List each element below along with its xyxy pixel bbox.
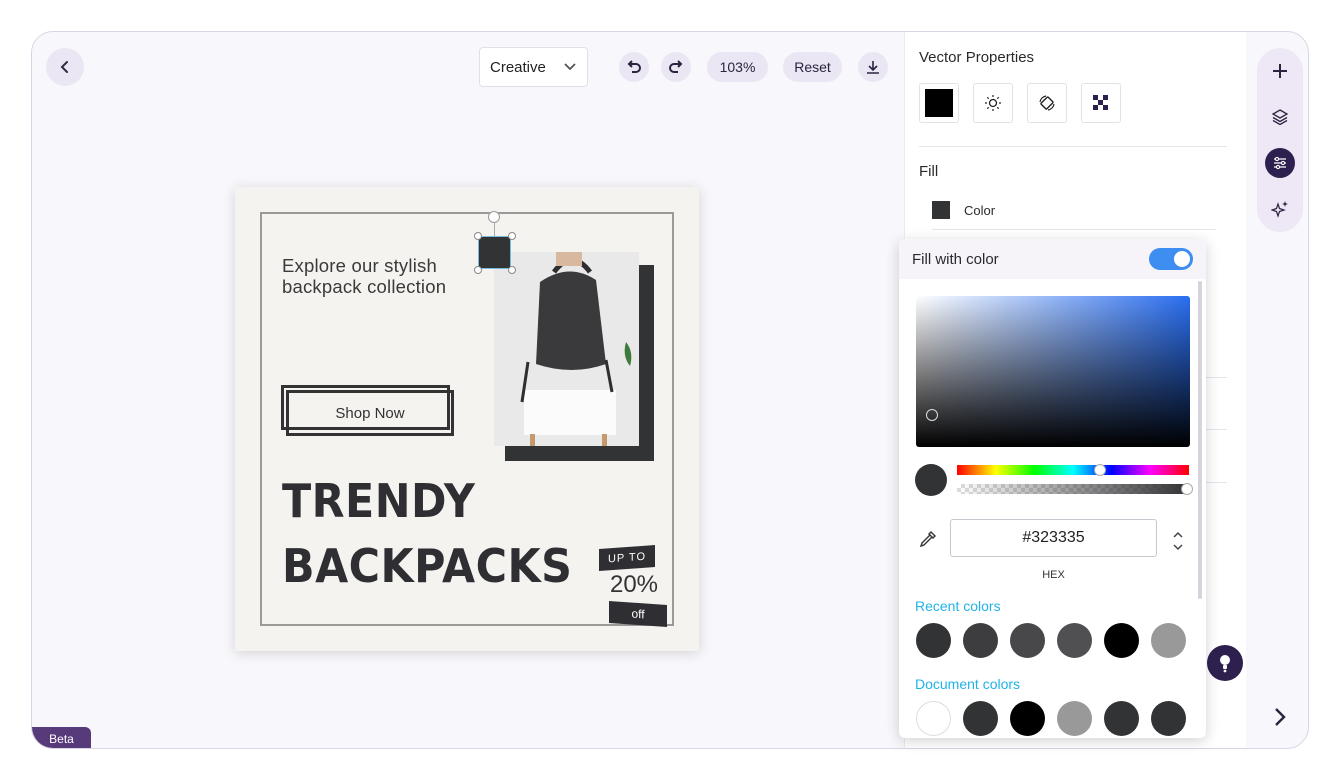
document-color-swatch[interactable]	[1010, 701, 1045, 736]
saturation-knob[interactable]	[926, 409, 938, 421]
resize-handle-tl[interactable]	[474, 232, 482, 240]
resize-handle-br[interactable]	[508, 266, 516, 274]
resize-handle-bl[interactable]	[474, 266, 482, 274]
reset-button[interactable]: Reset	[783, 52, 842, 82]
hex-format-toggle-icon[interactable]	[1171, 529, 1185, 553]
hex-format-label: HEX	[1042, 569, 1065, 581]
fill-divider	[932, 229, 1216, 230]
add-button[interactable]	[1265, 56, 1295, 86]
canvas-area: Creative 103% Reset Explore our stylish …	[32, 32, 904, 748]
badge-percent: 20%	[609, 571, 659, 598]
fill-color-tool[interactable]	[919, 83, 959, 123]
backpack-image	[494, 252, 639, 446]
discount-badge[interactable]: UP TO 20% off	[599, 545, 673, 629]
fill-with-color-label: Fill with color	[912, 250, 999, 268]
fill-color-label: Color	[964, 202, 996, 218]
redo-icon	[669, 60, 683, 73]
recent-colors-label: Recent colors	[915, 598, 1001, 614]
hue-knob[interactable]	[1094, 464, 1106, 476]
document-colors-label: Document colors	[915, 676, 1021, 692]
recent-color-swatch[interactable]	[1151, 623, 1186, 658]
help-button[interactable]	[1207, 645, 1243, 681]
transparency-tool[interactable]	[1081, 83, 1121, 123]
badge-up-to: UP TO	[599, 545, 655, 571]
opacity-slider[interactable]	[957, 484, 1189, 494]
document-color-swatch[interactable]	[916, 701, 951, 736]
zoom-level[interactable]: 103%	[707, 52, 768, 82]
color-preview	[915, 464, 947, 496]
mode-dropdown[interactable]: Creative	[479, 47, 588, 87]
popover-scrollbar[interactable]	[1198, 281, 1202, 599]
opacity-knob[interactable]	[1181, 483, 1193, 495]
color-picker-popover: Fill with color HEX Recent colors Docume…	[899, 239, 1206, 738]
undo-icon	[627, 60, 641, 73]
adjustments-button[interactable]	[1265, 148, 1295, 178]
sparkle-icon	[1271, 201, 1288, 218]
checker-icon	[1093, 95, 1108, 110]
brightness-icon	[985, 95, 1001, 111]
right-toolbar	[1257, 48, 1303, 232]
fill-color-swatch	[925, 89, 953, 117]
saturation-value-area[interactable]	[916, 296, 1190, 447]
document-color-swatch[interactable]	[963, 701, 998, 736]
recent-color-swatch[interactable]	[1104, 623, 1139, 658]
panel-title: Vector Properties	[919, 49, 1035, 66]
backpack-photo[interactable]	[494, 252, 639, 446]
fill-color-row[interactable]: Color	[932, 201, 995, 219]
rotate-tool[interactable]	[1027, 83, 1067, 123]
rotation-line	[494, 223, 495, 236]
document-color-swatch[interactable]	[1057, 701, 1092, 736]
design-tagline[interactable]: Explore our stylish backpack collection	[282, 255, 472, 297]
design-canvas[interactable]: Explore our stylish backpack collection …	[235, 187, 699, 651]
design-headline[interactable]: TRENDY BACKPACKS	[282, 469, 572, 599]
fill-with-color-toggle[interactable]	[1149, 248, 1193, 270]
download-icon	[867, 61, 879, 74]
badge-off: off	[609, 600, 667, 628]
chevron-left-icon	[60, 61, 68, 73]
hex-input[interactable]	[950, 519, 1157, 557]
beta-badge: Beta	[32, 727, 91, 748]
plus-icon	[1273, 64, 1287, 78]
back-button[interactable]	[46, 48, 84, 86]
document-colors-row	[916, 701, 1186, 736]
rotate-handle[interactable]	[488, 211, 500, 223]
recent-color-swatch[interactable]	[1010, 623, 1045, 658]
ai-magic-button[interactable]	[1265, 194, 1295, 224]
headline-line-1: TRENDY	[282, 474, 476, 528]
shop-now-button[interactable]: Shop Now	[286, 390, 454, 436]
chevron-right-icon[interactable]	[1270, 705, 1290, 729]
brightness-tool[interactable]	[973, 83, 1013, 123]
popover-header: Fill with color	[899, 239, 1206, 279]
hue-slider[interactable]	[957, 465, 1189, 475]
selected-vector-square[interactable]	[478, 236, 511, 269]
help-bulb-icon	[1220, 655, 1230, 673]
fill-section-label: Fill	[919, 163, 939, 180]
chevron-down-icon	[564, 63, 576, 71]
undo-button[interactable]	[619, 52, 649, 82]
panel-divider	[919, 146, 1227, 147]
recent-color-swatch[interactable]	[1057, 623, 1092, 658]
sliders-icon	[1274, 156, 1286, 170]
recent-colors-row	[916, 623, 1186, 658]
layers-icon	[1271, 109, 1289, 126]
rotate-icon	[1039, 95, 1055, 111]
resize-handle-tr[interactable]	[508, 232, 516, 240]
recent-color-swatch[interactable]	[963, 623, 998, 658]
mode-dropdown-value: Creative	[490, 58, 546, 76]
headline-line-2: BACKPACKS	[282, 539, 573, 593]
eyedropper-icon[interactable]	[918, 529, 938, 549]
fill-color-preview	[932, 201, 950, 219]
download-button[interactable]	[858, 52, 888, 82]
document-color-swatch[interactable]	[1151, 701, 1186, 736]
recent-color-swatch[interactable]	[916, 623, 951, 658]
layers-button[interactable]	[1265, 102, 1295, 132]
redo-button[interactable]	[661, 52, 691, 82]
document-color-swatch[interactable]	[1104, 701, 1139, 736]
